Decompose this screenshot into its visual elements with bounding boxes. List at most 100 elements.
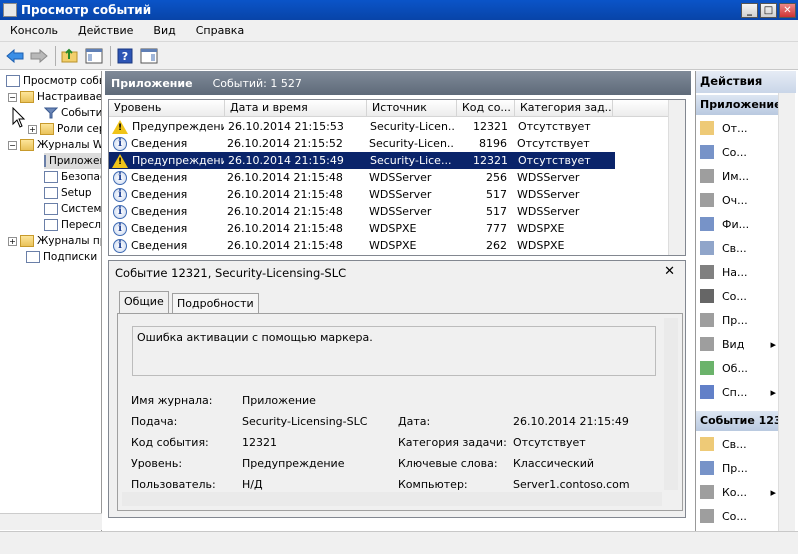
event-cell-level: Предупреждение [132, 154, 224, 167]
show-hide-tree-button[interactable] [83, 45, 105, 67]
action-item[interactable]: Пр... [696, 458, 778, 478]
event-viewer-icon [6, 75, 20, 87]
tree-item-setup[interactable]: Setup [44, 185, 92, 201]
help-button[interactable]: ? [114, 45, 136, 67]
event-cell-level: Сведения [131, 239, 188, 252]
action-item[interactable]: От... [696, 118, 778, 138]
collapse-icon[interactable]: − [8, 140, 17, 150]
event-row[interactable]: i Сведения 26.10.2014 21:15:48 WDSPXE 777 WDS… [109, 220, 615, 237]
event-cell-code: 12321 [473, 120, 508, 133]
expand-icon[interactable]: + [28, 124, 37, 134]
tree-label: Роли сервера [57, 123, 101, 135]
event-cell-cat: WDSServer [517, 171, 580, 184]
action-item[interactable]: На... [696, 262, 778, 282]
tree-horizontal-scrollbar[interactable] [0, 513, 102, 530]
action-icon [700, 145, 714, 159]
expand-icon[interactable]: + [8, 236, 17, 246]
mouse-cursor-icon [12, 107, 26, 128]
show-hide-actions-button[interactable] [138, 45, 160, 67]
event-cell-cat: Отсутствует [517, 137, 590, 150]
action-item[interactable]: Св... [696, 434, 778, 454]
tree-item-event-viewer[interactable]: Просмотр событий [6, 73, 101, 89]
event-row[interactable]: i Сведения 26.10.2014 21:15:48 WDSServer 517… [109, 186, 615, 203]
event-row[interactable]: i Сведения 26.10.2014 21:15:48 WDSPXE 262 WDS… [109, 237, 615, 254]
action-item[interactable]: Пр... [696, 310, 778, 330]
actions-group-event[interactable]: Событие 12321 [696, 411, 778, 431]
column-source[interactable]: Источник [367, 100, 457, 117]
action-item[interactable]: Сп... ▸ [696, 382, 778, 402]
tree-item-events[interactable]: События [44, 105, 101, 121]
event-cell-cat: WDSServer [517, 205, 580, 218]
tree-item-security[interactable]: Безопасность [44, 169, 101, 185]
event-cell-cat: Отсутствует [518, 120, 591, 133]
collapse-icon[interactable]: − [8, 92, 17, 102]
column-task-category[interactable]: Категория зад... [515, 100, 613, 117]
event-count: Событий: 1 527 [212, 76, 302, 90]
event-row[interactable]: Предупреждение 26.10.2014 21:15:53 Securit… [109, 118, 615, 135]
log-icon [44, 219, 58, 231]
maximize-button[interactable]: □ [760, 2, 777, 18]
menu-action[interactable]: Действие [68, 24, 143, 37]
minimize-button[interactable]: _ [741, 2, 758, 18]
log-header: Приложение Событий: 1 527 [105, 71, 691, 95]
tree-item-server-roles[interactable]: + Роли сервера [28, 121, 101, 137]
event-list: Уровень Дата и время Источник Код со... … [108, 99, 686, 256]
window-title: Просмотр событий [21, 3, 152, 17]
action-item[interactable]: Им... [696, 166, 778, 186]
action-icon [700, 485, 714, 499]
forward-button[interactable] [28, 45, 50, 67]
action-item[interactable]: Фи... [696, 214, 778, 234]
column-event-id[interactable]: Код со... [457, 100, 515, 117]
menu-console[interactable]: Консоль [0, 24, 68, 37]
action-item[interactable]: Об... [696, 358, 778, 378]
event-row[interactable]: i Сведения 26.10.2014 21:15:52 Security-Lic… [109, 135, 615, 152]
up-folder-button[interactable] [59, 45, 81, 67]
tree-item-system[interactable]: Система [44, 201, 101, 217]
action-item[interactable]: Вид ▸ [696, 334, 778, 354]
actions-group-application[interactable]: Приложение [696, 95, 778, 115]
tree-item-custom-views[interactable]: − Настраиваемые представления [8, 89, 101, 105]
action-label: Сп... [722, 385, 748, 399]
tree-item-application[interactable]: Приложение [44, 153, 101, 169]
event-row[interactable]: i Сведения 26.10.2014 21:15:48 WDSServer 517… [109, 203, 615, 220]
column-datetime[interactable]: Дата и время [225, 100, 367, 117]
event-cell-source: WDSPXE [369, 239, 417, 252]
detail-vertical-scrollbar[interactable] [664, 318, 678, 490]
event-cell-date: 26.10.2014 21:15:49 [228, 154, 344, 167]
action-item[interactable]: Со... [696, 506, 778, 526]
event-cell-date: 26.10.2014 21:15:48 [227, 205, 343, 218]
detail-horizontal-scrollbar[interactable] [122, 492, 662, 506]
actions-scrollbar[interactable] [778, 93, 795, 531]
filter-icon [44, 107, 58, 119]
action-label: Со... [722, 509, 747, 523]
action-item[interactable]: Ко... ▸ [696, 482, 778, 502]
action-item[interactable]: Со... [696, 286, 778, 306]
event-list-scrollbar[interactable] [668, 100, 685, 255]
actions-pane: Действия Приложение От... Со... Им... Оч...… [695, 71, 796, 531]
tab-general[interactable]: Общие [119, 291, 169, 314]
info-icon: i [113, 187, 127, 202]
tab-details[interactable]: Подробности [172, 293, 259, 314]
event-row[interactable]: i Сведения 26.10.2014 21:15:48 WDSServer 256… [109, 169, 615, 186]
action-label: Св... [722, 437, 747, 451]
info-icon: i [113, 170, 127, 185]
action-item[interactable]: Оч... [696, 190, 778, 210]
tree-item-windows-logs[interactable]: − Журналы Windows [8, 137, 101, 153]
action-icon [700, 217, 714, 231]
close-detail-icon[interactable]: ✕ [664, 264, 675, 279]
computer-label: Компьютер: [398, 478, 468, 491]
tree-item-subscriptions[interactable]: Подписки [26, 249, 97, 265]
tree-item-forwarded-events[interactable]: Пересланные события [44, 217, 101, 233]
event-detail-pane: Событие 12321, Security-Licensing-SLC ✕ … [108, 260, 686, 518]
close-button[interactable]: ✕ [779, 2, 796, 18]
folder-icon [20, 91, 34, 103]
menu-view[interactable]: Вид [143, 24, 185, 37]
event-row[interactable]: Предупреждение 26.10.2014 21:15:49 Securit… [109, 152, 615, 169]
action-item[interactable]: Со... [696, 142, 778, 162]
back-button[interactable] [4, 45, 26, 67]
action-icon [700, 169, 714, 183]
column-level[interactable]: Уровень [109, 100, 225, 117]
action-item[interactable]: Св... [696, 238, 778, 258]
menu-help[interactable]: Справка [186, 24, 254, 37]
tree-item-app-service-logs[interactable]: + Журналы приложений и служб [8, 233, 101, 249]
